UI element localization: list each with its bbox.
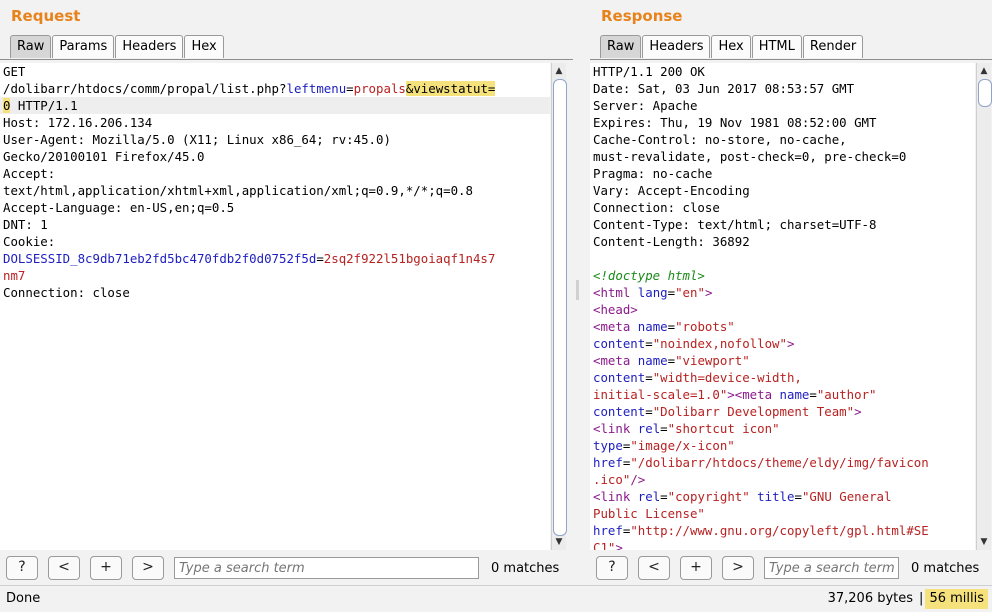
tab-headers[interactable]: Headers [115,35,184,58]
request-editor[interactable]: GET /dolibarr/htdocs/comm/propal/list.ph… [0,63,550,550]
tab-html[interactable]: HTML [751,35,802,58]
response-line: Connection: close [593,200,720,215]
request-line: Connection: close [3,285,130,300]
response-line: .ico"/> [593,472,646,487]
tab-headers[interactable]: Headers [642,35,711,58]
request-line: Accept-Language: en-US,en;q=0.5 [3,200,235,215]
response-line: HTTP/1.1 200 OK [593,64,705,79]
help-button[interactable]: ? [6,556,38,580]
response-line: <meta name="viewport" [593,353,750,368]
request-title: Request [11,7,81,25]
response-line: <!doctype html> [593,268,705,283]
scroll-down-arrow-icon[interactable]: ▼ [977,536,991,548]
response-line: must-revalidate, post-check=0, pre-check… [593,149,907,164]
response-line: <meta name="robots" [593,319,735,334]
request-search-bar: ? < + > 0 matches [6,556,559,580]
next-match-button[interactable]: > [132,556,164,580]
tab-underline [0,59,573,60]
options-button[interactable]: + [680,556,712,580]
tab-raw[interactable]: Raw [600,35,642,58]
response-line: <link rel="shortcut icon" [593,421,780,436]
response-line: content="width=device-width, [593,370,802,385]
response-line: Public License" [593,506,705,521]
response-tabs: Raw Headers Hex HTML Render [600,35,864,59]
response-title: Response [601,7,683,25]
request-scrollbar[interactable]: ▲ ▼ [551,63,567,550]
response-line: C1"> [593,540,623,550]
request-line: text/html,application/xhtml+xml,applicat… [3,183,473,198]
request-line: Cookie: [3,234,56,249]
response-match-count: 0 matches [911,560,980,576]
request-pane: Request Raw Params Headers Hex GET /doli… [0,0,573,585]
response-line: Expires: Thu, 19 Nov 1981 08:52:00 GMT [593,115,877,130]
status-summary: 37,206 bytes | 56 millis [828,589,988,609]
response-line [590,250,975,267]
tab-hex[interactable]: Hex [184,35,224,58]
request-line: Accept: [3,166,56,181]
request-line: 0 HTTP/1.1 [0,97,550,114]
divider-grip-icon[interactable] [576,280,579,300]
response-line: Content-Length: 36892 [593,234,750,249]
request-line: Gecko/20100101 Firefox/45.0 [3,149,205,164]
response-size: 37,206 bytes [827,591,914,606]
highlighted-param: &viewstatut= [405,81,496,96]
request-search-input[interactable] [174,557,479,579]
previous-match-button[interactable]: < [638,556,670,580]
response-line: initial-scale=1.0"><meta name="author" [593,387,877,402]
response-editor[interactable]: HTTP/1.1 200 OK Date: Sat, 03 Jun 2017 0… [590,63,975,550]
response-pane: Response Raw Headers Hex HTML Render HTT… [590,0,992,585]
request-line: DNT: 1 [3,217,48,232]
request-line: User-Agent: Mozilla/5.0 (X11; Linux x86_… [3,132,391,147]
response-search-bar: ? < + > 0 matches [596,556,979,580]
response-line: Content-Type: text/html; charset=UTF-8 [593,217,877,232]
status-separator: | [919,591,924,606]
tab-render[interactable]: Render [802,35,864,58]
scroll-thumb[interactable] [553,79,567,536]
request-line: nm7 [3,268,26,283]
tab-hex[interactable]: Hex [711,35,751,58]
scroll-thumb[interactable] [978,79,992,107]
request-line: /dolibarr/htdocs/comm/propal/list.php?le… [3,81,496,96]
response-line: <head> [593,302,638,317]
scroll-down-arrow-icon[interactable]: ▼ [552,536,566,548]
response-line: href="/dolibarr/htdocs/theme/eldy/img/fa… [593,455,929,470]
tab-raw[interactable]: Raw [10,35,52,58]
response-line: Cache-Control: no-store, no-cache, [593,132,847,147]
response-line: Date: Sat, 03 Jun 2017 08:53:57 GMT [593,81,855,96]
request-match-count: 0 matches [491,560,560,576]
response-line: content="Dolibarr Development Team"> [593,404,862,419]
response-line: Vary: Accept-Encoding [593,183,750,198]
response-time: 56 millis [925,589,988,609]
response-line: <html lang="en"> [593,285,713,300]
status-text: Done [6,591,41,606]
response-scrollbar[interactable]: ▲ ▼ [976,63,992,550]
response-search-input[interactable] [764,557,899,579]
tab-params[interactable]: Params [52,35,115,58]
response-line: Server: Apache [593,98,698,113]
options-button[interactable]: + [90,556,122,580]
request-tabs: Raw Params Headers Hex [10,35,225,59]
response-line: href="http://www.gnu.org/copyleft/gpl.ht… [593,523,929,538]
scroll-up-arrow-icon[interactable]: ▲ [552,65,566,77]
response-line: <link rel="copyright" title="GNU General [593,489,892,504]
next-match-button[interactable]: > [722,556,754,580]
request-line: GET [3,64,26,79]
response-line: Pragma: no-cache [593,166,713,181]
request-line: DOLSESSID_8c9db71eb2fd5bc470fdb2f0d0752f… [3,251,496,266]
help-button[interactable]: ? [596,556,628,580]
status-bar: Done 37,206 bytes | 56 millis [0,585,992,612]
scroll-up-arrow-icon[interactable]: ▲ [977,65,991,77]
previous-match-button[interactable]: < [48,556,80,580]
tab-underline [590,59,992,60]
response-line: type="image/x-icon" [593,438,735,453]
response-line: content="noindex,nofollow"> [593,336,795,351]
request-line: Host: 172.16.206.134 [3,115,153,130]
